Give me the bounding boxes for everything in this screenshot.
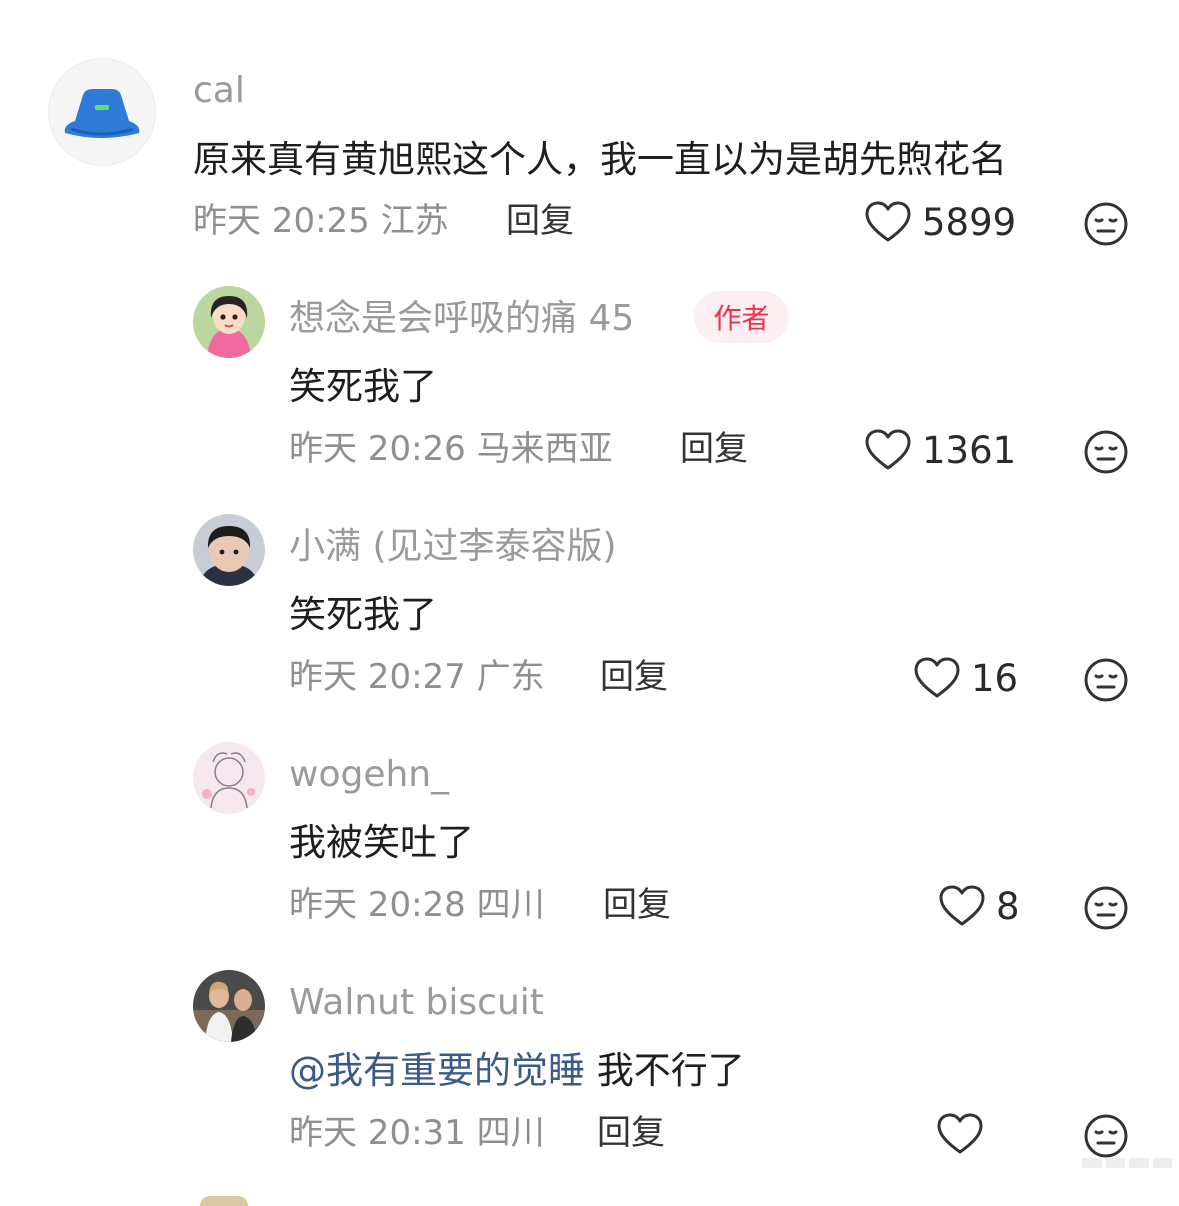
avatar[interactable] — [193, 742, 265, 814]
dislike-face-icon[interactable] — [1083, 201, 1129, 247]
heart-icon — [939, 885, 985, 926]
dislike-face-icon[interactable] — [1083, 429, 1129, 475]
reply-button[interactable]: 回复 — [600, 660, 668, 694]
comment-author[interactable]: wogehn_ — [289, 757, 449, 793]
like-button[interactable]: 16 — [913, 656, 1018, 700]
like-count: 1361 — [922, 428, 1017, 472]
comment-text: 笑死我了 — [289, 593, 437, 636]
reply-button[interactable]: 回复 — [597, 1116, 665, 1150]
mention-link[interactable]: @我有重要的觉睡 — [289, 1049, 585, 1092]
comment-text: 笑死我了 — [289, 365, 437, 408]
comment-meta: 昨天 20:26 马来西亚 — [289, 429, 613, 469]
heart-icon — [865, 429, 911, 470]
dislike-face-icon[interactable] — [1083, 657, 1129, 703]
cartoon-girl-icon — [193, 286, 265, 358]
bucket-hat-icon — [64, 89, 140, 138]
comment-author[interactable]: 小满 (见过李泰容版) — [289, 529, 617, 565]
heart-icon — [865, 201, 911, 242]
avatar[interactable] — [193, 970, 265, 1042]
like-count: 16 — [971, 656, 1019, 700]
reply-button[interactable]: 回复 — [506, 204, 574, 238]
avatar[interactable] — [193, 286, 265, 358]
like-count: 5899 — [922, 200, 1017, 244]
comment-meta: 昨天 20:28 四川 — [289, 885, 545, 925]
sketch-drawing-icon — [193, 742, 265, 814]
reply-button[interactable]: 回复 — [603, 888, 671, 922]
avatar[interactable] — [48, 58, 156, 166]
like-button[interactable] — [936, 1112, 994, 1156]
heart-icon — [937, 1113, 983, 1154]
heart-icon — [914, 657, 960, 698]
author-badge: 作者 — [694, 291, 789, 343]
comment-meta: 昨天 20:31 四川 — [289, 1113, 545, 1153]
watermark-strip — [1082, 1158, 1172, 1168]
comment-text: 原来真有黄旭熙这个人，我一直以为是胡先煦花名 — [193, 138, 1007, 181]
like-button[interactable]: 8 — [938, 884, 1020, 928]
comment-meta: 昨天 20:27 广东 — [289, 657, 545, 697]
comment-author[interactable]: cal — [193, 73, 245, 109]
group-photo-icon — [193, 970, 265, 1042]
comment-meta: 昨天 20:25 江苏 — [193, 201, 449, 241]
dislike-face-icon[interactable] — [1083, 1113, 1129, 1159]
comment-author[interactable]: 想念是会呼吸的痛 45 — [289, 301, 634, 337]
next-comment-avatar — [200, 1196, 248, 1206]
comment-text: @我有重要的觉睡 我不行了 — [289, 1052, 745, 1089]
child-photo-icon — [193, 514, 265, 586]
like-button[interactable]: 5899 — [864, 200, 1016, 244]
comment-author[interactable]: Walnut biscuit — [289, 985, 544, 1021]
like-button[interactable]: 1361 — [864, 428, 1016, 472]
reply-button[interactable]: 回复 — [680, 432, 748, 466]
like-count: 8 — [996, 884, 1020, 928]
avatar[interactable] — [193, 514, 265, 586]
dislike-face-icon[interactable] — [1083, 885, 1129, 931]
comment-text-body: 我不行了 — [585, 1049, 745, 1092]
comment-text: 我被笑吐了 — [289, 821, 474, 864]
